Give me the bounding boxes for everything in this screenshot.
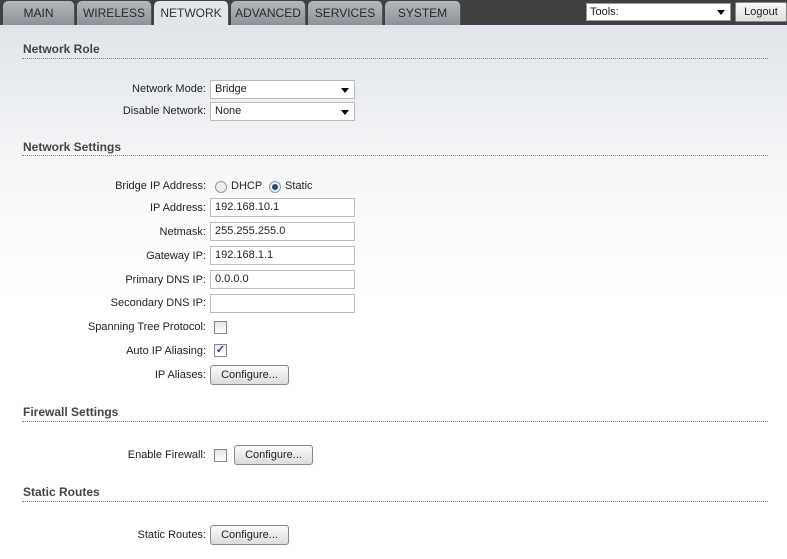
divider — [22, 58, 768, 59]
checkmark-icon: ✓ — [215, 344, 226, 356]
netmask-label: Netmask: — [159, 226, 206, 238]
enable-firewall-label: Enable Firewall: — [127, 449, 206, 461]
disable-network-label: Disable Network: — [122, 105, 206, 117]
auto-ip-aliasing-checkbox[interactable]: ✓ — [214, 344, 227, 357]
tab-system[interactable]: SYSTEM — [385, 1, 461, 25]
static-label: Static — [285, 180, 313, 192]
ip-address-input[interactable]: 192.168.10.1 — [210, 198, 355, 217]
tools-select[interactable]: Tools: — [586, 3, 731, 21]
ip-aliases-configure-button[interactable]: Configure... — [210, 365, 289, 385]
network-mode-value: Bridge — [215, 83, 247, 95]
static-routes-label: Static Routes: — [137, 529, 206, 541]
tab-services[interactable]: SERVICES — [308, 1, 383, 25]
dhcp-radio[interactable] — [215, 181, 227, 193]
auto-ip-aliasing-label: Auto IP Aliasing: — [126, 345, 206, 357]
primary-dns-input[interactable]: 0.0.0.0 — [210, 270, 355, 289]
chevron-down-icon — [717, 10, 725, 15]
disable-network-value: None — [215, 105, 242, 117]
ip-aliases-label: IP Aliases: — [154, 369, 206, 381]
bridge-ip-label: Bridge IP Address: — [115, 180, 206, 192]
divider — [22, 501, 768, 502]
chevron-down-icon — [341, 88, 349, 93]
stp-checkbox[interactable] — [214, 321, 227, 334]
tab-wireless[interactable]: WIRELESS — [77, 1, 152, 25]
dhcp-label: DHCP — [231, 180, 263, 192]
gateway-label: Gateway IP: — [146, 250, 206, 262]
section-title-firewall: Firewall Settings — [23, 405, 119, 419]
network-mode-label: Network Mode: — [132, 83, 206, 95]
gateway-input[interactable]: 192.168.1.1 — [210, 246, 355, 265]
secondary-dns-input[interactable] — [210, 294, 355, 313]
primary-dns-label: Primary DNS IP: — [125, 274, 206, 286]
divider — [22, 155, 768, 156]
tab-advanced[interactable]: ADVANCED — [231, 1, 306, 25]
tab-network[interactable]: NETWORK — [154, 1, 229, 25]
section-title-static-routes: Static Routes — [23, 485, 100, 499]
network-mode-select[interactable]: Bridge — [210, 80, 355, 99]
enable-firewall-checkbox[interactable] — [214, 449, 227, 462]
disable-network-select[interactable]: None — [210, 102, 355, 121]
static-routes-configure-button[interactable]: Configure... — [210, 525, 289, 545]
tab-main[interactable]: MAIN — [3, 1, 75, 25]
static-radio[interactable] — [269, 181, 281, 193]
firewall-configure-button[interactable]: Configure... — [234, 445, 313, 465]
tools-value: Tools: — [590, 6, 619, 18]
stp-label: Spanning Tree Protocol: — [87, 321, 206, 333]
logout-button[interactable]: Logout — [735, 2, 787, 22]
netmask-input[interactable]: 255.255.255.0 — [210, 222, 355, 241]
chevron-down-icon — [341, 110, 349, 115]
secondary-dns-label: Secondary DNS IP: — [110, 297, 206, 309]
section-title-network-role: Network Role — [23, 42, 100, 56]
section-title-network-settings: Network Settings — [23, 140, 122, 154]
divider — [22, 421, 768, 422]
ip-address-label: IP Address: — [149, 202, 206, 214]
